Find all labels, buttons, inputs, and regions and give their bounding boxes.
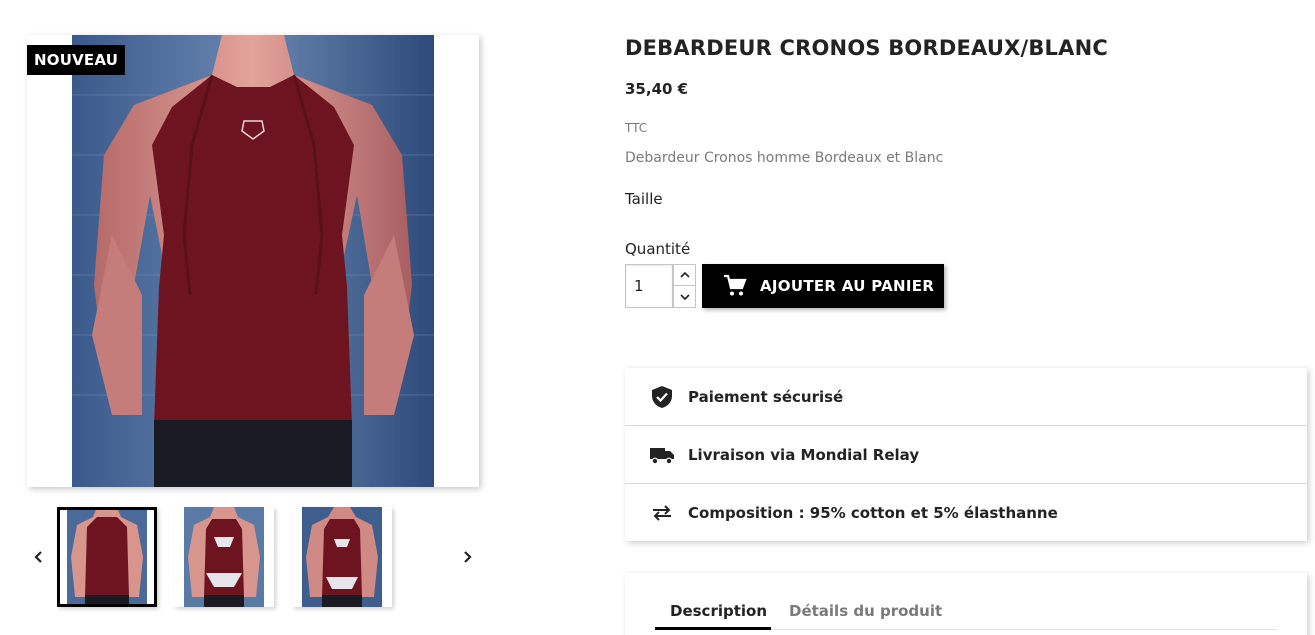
thumbnail-image xyxy=(302,507,382,607)
tax-label: TTC xyxy=(625,121,648,135)
reassurance-item-payment: Paiement sécurisé xyxy=(625,368,1307,426)
product-tabs: Description Détails du produit xyxy=(625,573,1307,635)
reassurance-block: Paiement sécurisé Livraison via Mondial … xyxy=(625,368,1307,541)
product-cover-image[interactable]: NOUVEAU xyxy=(27,35,479,487)
swap-arrows-icon xyxy=(649,500,675,526)
quantity-stepper xyxy=(625,264,696,308)
quantity-increase-button[interactable] xyxy=(673,264,696,286)
add-to-cart-button[interactable]: AJOUTER AU PANIER xyxy=(702,264,944,308)
tab-product-details[interactable]: Détails du produit xyxy=(789,602,942,620)
thumbnail-2[interactable] xyxy=(174,507,274,607)
product-photo xyxy=(72,35,434,487)
thumbnail-image xyxy=(184,507,264,607)
quantity-input[interactable] xyxy=(625,264,673,308)
chevron-down-icon xyxy=(679,293,690,300)
thumbnail-image xyxy=(67,510,147,604)
thumbnail-carousel xyxy=(27,505,479,609)
chevron-up-icon xyxy=(679,271,690,278)
thumbnail-1[interactable] xyxy=(57,507,157,607)
thumbnail-3[interactable] xyxy=(292,507,392,607)
reassurance-text: Paiement sécurisé xyxy=(688,388,844,406)
chevron-right-icon xyxy=(464,551,472,563)
new-badge: NOUVEAU xyxy=(27,45,126,75)
shopping-cart-icon xyxy=(724,274,747,296)
chevron-left-icon xyxy=(34,551,42,563)
shield-check-icon xyxy=(649,384,675,410)
product-price: 35,40 € xyxy=(625,80,689,98)
size-label: Taille xyxy=(625,190,663,208)
reassurance-text: Livraison via Mondial Relay xyxy=(688,445,920,464)
reassurance-text: Composition : 95% cotton et 5% élasthann… xyxy=(688,503,1058,522)
carousel-prev-button[interactable] xyxy=(27,545,51,569)
quantity-label: Quantité xyxy=(625,240,691,258)
product-title: DEBARDEUR CRONOS BORDEAUX/BLANC xyxy=(625,36,1108,60)
quantity-decrease-button[interactable] xyxy=(673,286,696,308)
truck-icon xyxy=(649,442,675,468)
reassurance-item-composition: Composition : 95% cotton et 5% élasthann… xyxy=(625,483,1307,541)
add-to-cart-label: AJOUTER AU PANIER xyxy=(760,277,935,295)
reassurance-item-delivery: Livraison via Mondial Relay xyxy=(625,425,1307,483)
active-tab-indicator xyxy=(655,627,771,630)
tab-description[interactable]: Description xyxy=(670,602,767,620)
carousel-next-button[interactable] xyxy=(455,545,479,569)
product-short-description: Debardeur Cronos homme Bordeaux et Blanc xyxy=(625,150,944,166)
